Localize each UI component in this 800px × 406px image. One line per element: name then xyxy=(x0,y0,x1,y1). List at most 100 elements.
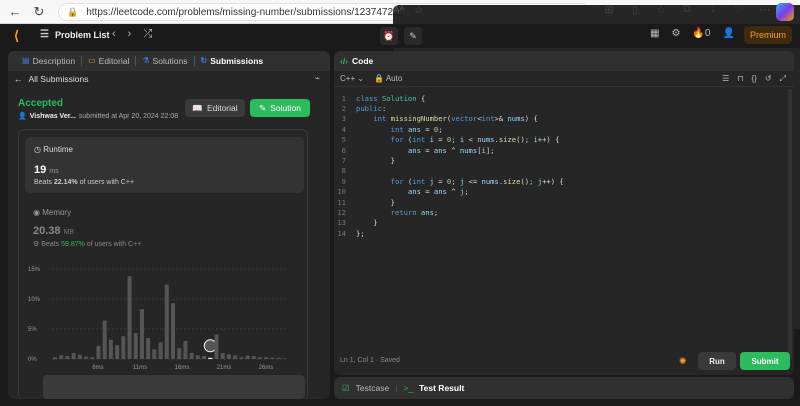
braces-icon[interactable]: {} xyxy=(752,74,757,84)
next-problem-icon[interactable]: › xyxy=(128,28,132,41)
settings-icon[interactable]: ⚙ xyxy=(671,28,680,39)
debug-icon[interactable]: ✺ xyxy=(679,356,687,367)
chart-bar[interactable] xyxy=(133,333,138,359)
auto-mode[interactable]: 🔒 Auto xyxy=(374,74,402,83)
chart-bar[interactable] xyxy=(189,353,194,359)
chart-bar[interactable] xyxy=(226,354,231,359)
copilot-icon[interactable] xyxy=(776,3,794,21)
chart-bar[interactable] xyxy=(108,339,113,359)
chart-bar[interactable] xyxy=(164,284,169,359)
chart-bar[interactable] xyxy=(115,345,120,359)
more-icon[interactable]: ⋯ xyxy=(756,3,774,16)
chart-bar[interactable] xyxy=(90,357,95,359)
code-editor[interactable]: 1 class Solution {2 public: 3 int missingNu… xyxy=(334,93,784,238)
tab-submissions[interactable]: ↻ Submissions xyxy=(195,56,270,66)
all-submissions-link[interactable]: ← All Submissions xyxy=(8,71,330,87)
chart-bar[interactable] xyxy=(65,356,70,359)
code-line[interactable]: 12 return ans; xyxy=(334,207,784,217)
chart-bar[interactable] xyxy=(183,341,188,359)
language-select[interactable]: C++ ⌄ xyxy=(340,74,364,83)
code-line[interactable]: 7 } xyxy=(334,155,784,165)
chart-bar[interactable] xyxy=(195,355,200,359)
refresh-icon[interactable]: ↻ xyxy=(30,3,48,21)
highlight-bar[interactable] xyxy=(208,357,213,359)
chart-bar[interactable] xyxy=(121,336,126,359)
notes-icon[interactable]: ✎ xyxy=(404,27,422,45)
avatar[interactable]: 👤 xyxy=(18,112,27,120)
chart-range-slider[interactable] xyxy=(43,375,305,399)
tab-test-result[interactable]: Test Result xyxy=(419,383,464,393)
code-line[interactable]: 5 for (int i = 0; i < nums.size(); i++) … xyxy=(334,135,784,145)
chart-bar[interactable] xyxy=(84,356,89,359)
shuffle-icon[interactable]: ⤮ xyxy=(143,28,152,41)
performance-icon[interactable]: ♡ xyxy=(730,3,748,16)
chart-bar[interactable] xyxy=(239,357,244,359)
chart-bar[interactable] xyxy=(276,357,281,359)
chart-bar[interactable] xyxy=(59,355,64,359)
chart-bar[interactable] xyxy=(282,358,287,359)
reset-icon[interactable]: ↺ xyxy=(765,74,772,84)
share-link-icon[interactable]: ⌁ xyxy=(315,73,320,84)
leetcode-logo-icon[interactable]: ⟨ xyxy=(14,28,28,44)
tab-testcase[interactable]: Testcase xyxy=(356,383,390,393)
format-icon[interactable]: ☰ xyxy=(722,74,729,84)
chart-bar[interactable] xyxy=(257,357,262,359)
chart-bar[interactable] xyxy=(220,353,225,359)
submit-button[interactable]: Submit xyxy=(740,352,790,370)
code-line[interactable]: 6 ans = ans ^ nums[i]; xyxy=(334,145,784,155)
chart-bar[interactable] xyxy=(71,353,76,359)
avatar[interactable]: 👤 xyxy=(722,28,734,39)
premium-button[interactable]: Premium xyxy=(744,26,792,44)
downloads-icon[interactable]: ↓ xyxy=(704,3,722,16)
chart-bar[interactable] xyxy=(77,354,82,359)
favorites-icon[interactable]: ☆ xyxy=(652,3,670,16)
chart-bar[interactable] xyxy=(245,355,250,359)
bookmark-icon[interactable]: ⊓ xyxy=(737,74,743,84)
code-line[interactable]: 10 ans = ans ^ j; xyxy=(334,187,784,197)
editorial-button[interactable]: 📖 Editorial xyxy=(185,99,245,117)
chart-bar[interactable] xyxy=(233,355,238,359)
back-icon[interactable]: ← xyxy=(6,3,24,21)
chart-bar[interactable] xyxy=(146,338,151,359)
code-line[interactable]: 9 for (int j = 0; j <= nums.size(); j++)… xyxy=(334,176,784,186)
code-line[interactable]: 4 int ans = 0; xyxy=(334,124,784,134)
chart-bar[interactable] xyxy=(171,303,176,359)
code-line[interactable]: 1 class Solution { xyxy=(334,93,784,103)
streak-counter[interactable]: 🔥0 xyxy=(692,28,710,39)
chart-bar[interactable] xyxy=(251,356,256,359)
timer-icon[interactable]: ⏰ xyxy=(380,27,398,45)
tab-solutions[interactable]: ⚗ Solutions xyxy=(136,56,195,66)
code-line[interactable]: 2 public: xyxy=(334,103,784,113)
chart-bar[interactable] xyxy=(139,309,144,359)
chart-bar[interactable] xyxy=(214,334,219,359)
run-button[interactable]: Run xyxy=(698,352,736,370)
chart-bar[interactable] xyxy=(177,348,182,359)
solution-button[interactable]: ✎ Solution xyxy=(250,99,310,117)
chart-bar[interactable] xyxy=(152,349,157,359)
runtime-card[interactable]: ◷ Runtime 19 ms Beats 22.14% of users wi… xyxy=(25,137,304,193)
prev-problem-icon[interactable]: ‹ xyxy=(112,28,116,41)
chart-bar[interactable] xyxy=(102,320,107,359)
chart-bar[interactable] xyxy=(270,357,275,359)
code-line[interactable]: 14}; xyxy=(334,228,784,238)
code-line[interactable]: 3 int missingNumber(vector<int>& nums) { xyxy=(334,114,784,124)
tab-editorial[interactable]: ▭ Editorial xyxy=(82,56,137,66)
chart-bar[interactable] xyxy=(158,342,163,359)
username[interactable]: Vishwas Ver... xyxy=(30,113,76,120)
chart-bar[interactable] xyxy=(96,345,101,359)
chart-bar[interactable] xyxy=(127,276,132,359)
collections-icon[interactable]: ⧉ xyxy=(678,3,696,16)
tab-description[interactable]: ▤ Description xyxy=(16,56,83,66)
code-line[interactable]: 13 } xyxy=(334,218,784,228)
memory-card[interactable]: ◉ Memory 20.38 MB ⚙ Beats 59.87% of user… xyxy=(33,208,141,248)
expand-icon[interactable]: ⤢ xyxy=(780,74,786,84)
split-screen-icon[interactable]: ▯ xyxy=(626,3,644,16)
problem-list-button[interactable]: ☰ Problem List xyxy=(40,29,109,40)
extensions-icon[interactable]: ⊞ xyxy=(600,3,618,16)
chart-bar[interactable] xyxy=(202,356,207,359)
chart-bar[interactable] xyxy=(53,357,58,359)
code-line[interactable]: 8 xyxy=(334,166,784,176)
editor-scrollbar[interactable] xyxy=(788,89,792,359)
layout-icon[interactable]: ▦ xyxy=(650,28,659,39)
code-line[interactable]: 11 } xyxy=(334,197,784,207)
